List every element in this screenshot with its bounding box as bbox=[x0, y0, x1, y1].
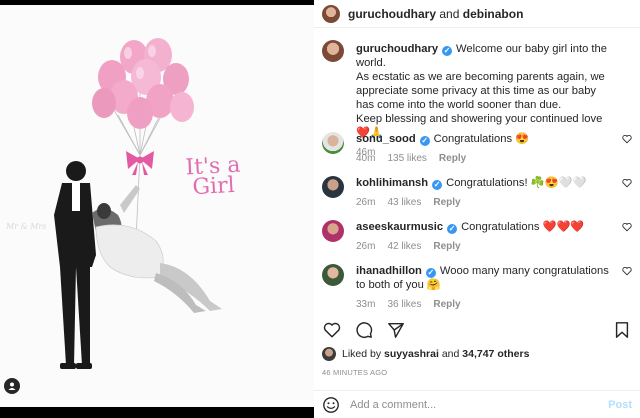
liker-avatar[interactable] bbox=[322, 347, 336, 361]
likes-summary: Liked by suyyashrai and 34,747 others bbox=[322, 347, 529, 361]
add-comment-bar: Add a comment... Post bbox=[314, 390, 640, 418]
post-timestamp[interactable]: 46 MINUTES AGO bbox=[322, 368, 387, 377]
overlay-line-2: Girl bbox=[191, 172, 236, 201]
svg-text:Mr & Mrs: Mr & Mrs bbox=[5, 222, 46, 231]
caption-avatar[interactable] bbox=[322, 40, 344, 62]
comment-likes[interactable]: 135 likes bbox=[387, 153, 426, 164]
caption-text: Welcome our baby girl into the world. As… bbox=[356, 43, 607, 139]
likes-text: Liked by suyyashrai and 34,747 others bbox=[342, 348, 529, 360]
likes-joiner: and bbox=[441, 348, 460, 360]
small-heart-icon[interactable] bbox=[622, 178, 632, 188]
comment-likes[interactable]: 36 likes bbox=[387, 299, 421, 310]
author-username[interactable]: guruchoudhary bbox=[348, 7, 436, 21]
reply-button[interactable]: Reply bbox=[433, 299, 460, 310]
comment-age[interactable]: 33m bbox=[356, 299, 375, 310]
bookmark-icon[interactable] bbox=[612, 320, 632, 340]
verified-badge-icon: ✓ bbox=[432, 180, 443, 190]
share-icon[interactable] bbox=[386, 320, 406, 340]
smiley-icon[interactable] bbox=[322, 396, 340, 414]
commenter-username[interactable]: ihanadhillon bbox=[356, 265, 422, 277]
comment-input[interactable]: Add a comment... bbox=[350, 399, 608, 411]
post-header: guruchoudhary and debinabon bbox=[314, 0, 640, 28]
comment-meta: 40m 135 likes Reply bbox=[356, 152, 529, 166]
likes-count[interactable]: 34,747 others bbox=[462, 348, 529, 360]
comment-age[interactable]: 26m bbox=[356, 241, 375, 252]
comment-item: kohlihimansh ✓ Congratulations! ☘️😍🤍🤍 26m 4… bbox=[314, 170, 640, 214]
comment-item: ihanadhillon ✓ Wooo many many congratulati… bbox=[314, 258, 640, 310]
verified-badge-icon: ✓ bbox=[419, 136, 430, 146]
commenter-avatar[interactable] bbox=[322, 132, 344, 154]
commenter-username[interactable]: aseeskaurmusic bbox=[356, 221, 443, 233]
comment-meta: 26m 43 likes Reply bbox=[356, 196, 586, 210]
heart-icon[interactable] bbox=[322, 320, 342, 340]
reply-button[interactable]: Reply bbox=[433, 241, 460, 252]
liker-username[interactable]: suyyashrai bbox=[384, 348, 439, 360]
commenter-username[interactable]: kohlihimansh bbox=[356, 177, 428, 189]
comment-likes[interactable]: 43 likes bbox=[387, 197, 421, 208]
coauthor-username[interactable]: debinabon bbox=[463, 7, 524, 21]
instagram-post-window: Mr & Mrs It's a Girl guruchoudhary and d… bbox=[0, 0, 640, 418]
comment-meta: 33m 36 likes Reply bbox=[356, 298, 612, 312]
comment-age[interactable]: 40m bbox=[356, 153, 375, 164]
caption-username[interactable]: guruchoudhary bbox=[356, 43, 438, 55]
commenter-avatar[interactable] bbox=[322, 264, 344, 286]
baby-announcement-illustration: Mr & Mrs bbox=[0, 5, 314, 407]
verified-badge-icon: ✓ bbox=[442, 46, 453, 56]
small-heart-icon[interactable] bbox=[622, 222, 632, 232]
post-button[interactable]: Post bbox=[608, 399, 632, 411]
post-media: Mr & Mrs It's a Girl bbox=[0, 0, 314, 418]
comment-text: Congratulations 😍 bbox=[433, 133, 530, 145]
authors-joiner: and bbox=[439, 6, 460, 21]
caption: guruchoudhary ✓ Welcome our baby girl into… bbox=[314, 34, 640, 158]
reply-button[interactable]: Reply bbox=[433, 197, 460, 208]
verified-badge-icon: ✓ bbox=[447, 224, 458, 234]
its-a-girl-text: It's a Girl bbox=[185, 153, 242, 201]
comment-text: Congratulations! ☘️😍🤍🤍 bbox=[446, 177, 587, 189]
author-avatar[interactable] bbox=[322, 4, 340, 23]
comment-icon[interactable] bbox=[354, 320, 374, 340]
commenter-avatar[interactable] bbox=[322, 176, 344, 198]
commenter-username[interactable]: sonu_sood bbox=[356, 133, 416, 145]
reply-button[interactable]: Reply bbox=[439, 153, 466, 164]
comment-meta: 26m 42 likes Reply bbox=[356, 240, 584, 254]
post-authors: guruchoudhary and debinabon bbox=[348, 7, 523, 21]
post-photo[interactable]: Mr & Mrs It's a Girl bbox=[0, 5, 314, 407]
comment-age[interactable]: 26m bbox=[356, 197, 375, 208]
post-actions bbox=[314, 318, 640, 342]
comment-text: Congratulations ❤️❤️❤️ bbox=[461, 221, 585, 233]
post-side-panel: guruchoudhary and debinabon guruchoudhar… bbox=[314, 0, 640, 418]
tagged-users-icon[interactable] bbox=[4, 378, 20, 394]
small-heart-icon[interactable] bbox=[622, 266, 632, 276]
likes-prefix: Liked by bbox=[342, 348, 382, 360]
commenter-avatar[interactable] bbox=[322, 220, 344, 242]
comment-likes[interactable]: 42 likes bbox=[387, 241, 421, 252]
small-heart-icon[interactable] bbox=[622, 134, 632, 144]
comment-item: aseeskaurmusic ✓ Congratulations ❤️❤️❤️ 26… bbox=[314, 214, 640, 258]
comment-item: sonu_sood ✓ Congratulations 😍 40m 135 likes… bbox=[314, 126, 640, 170]
verified-badge-icon: ✓ bbox=[425, 268, 436, 278]
comments-list: guruchoudhary ✓ Welcome our baby girl into… bbox=[314, 34, 640, 310]
